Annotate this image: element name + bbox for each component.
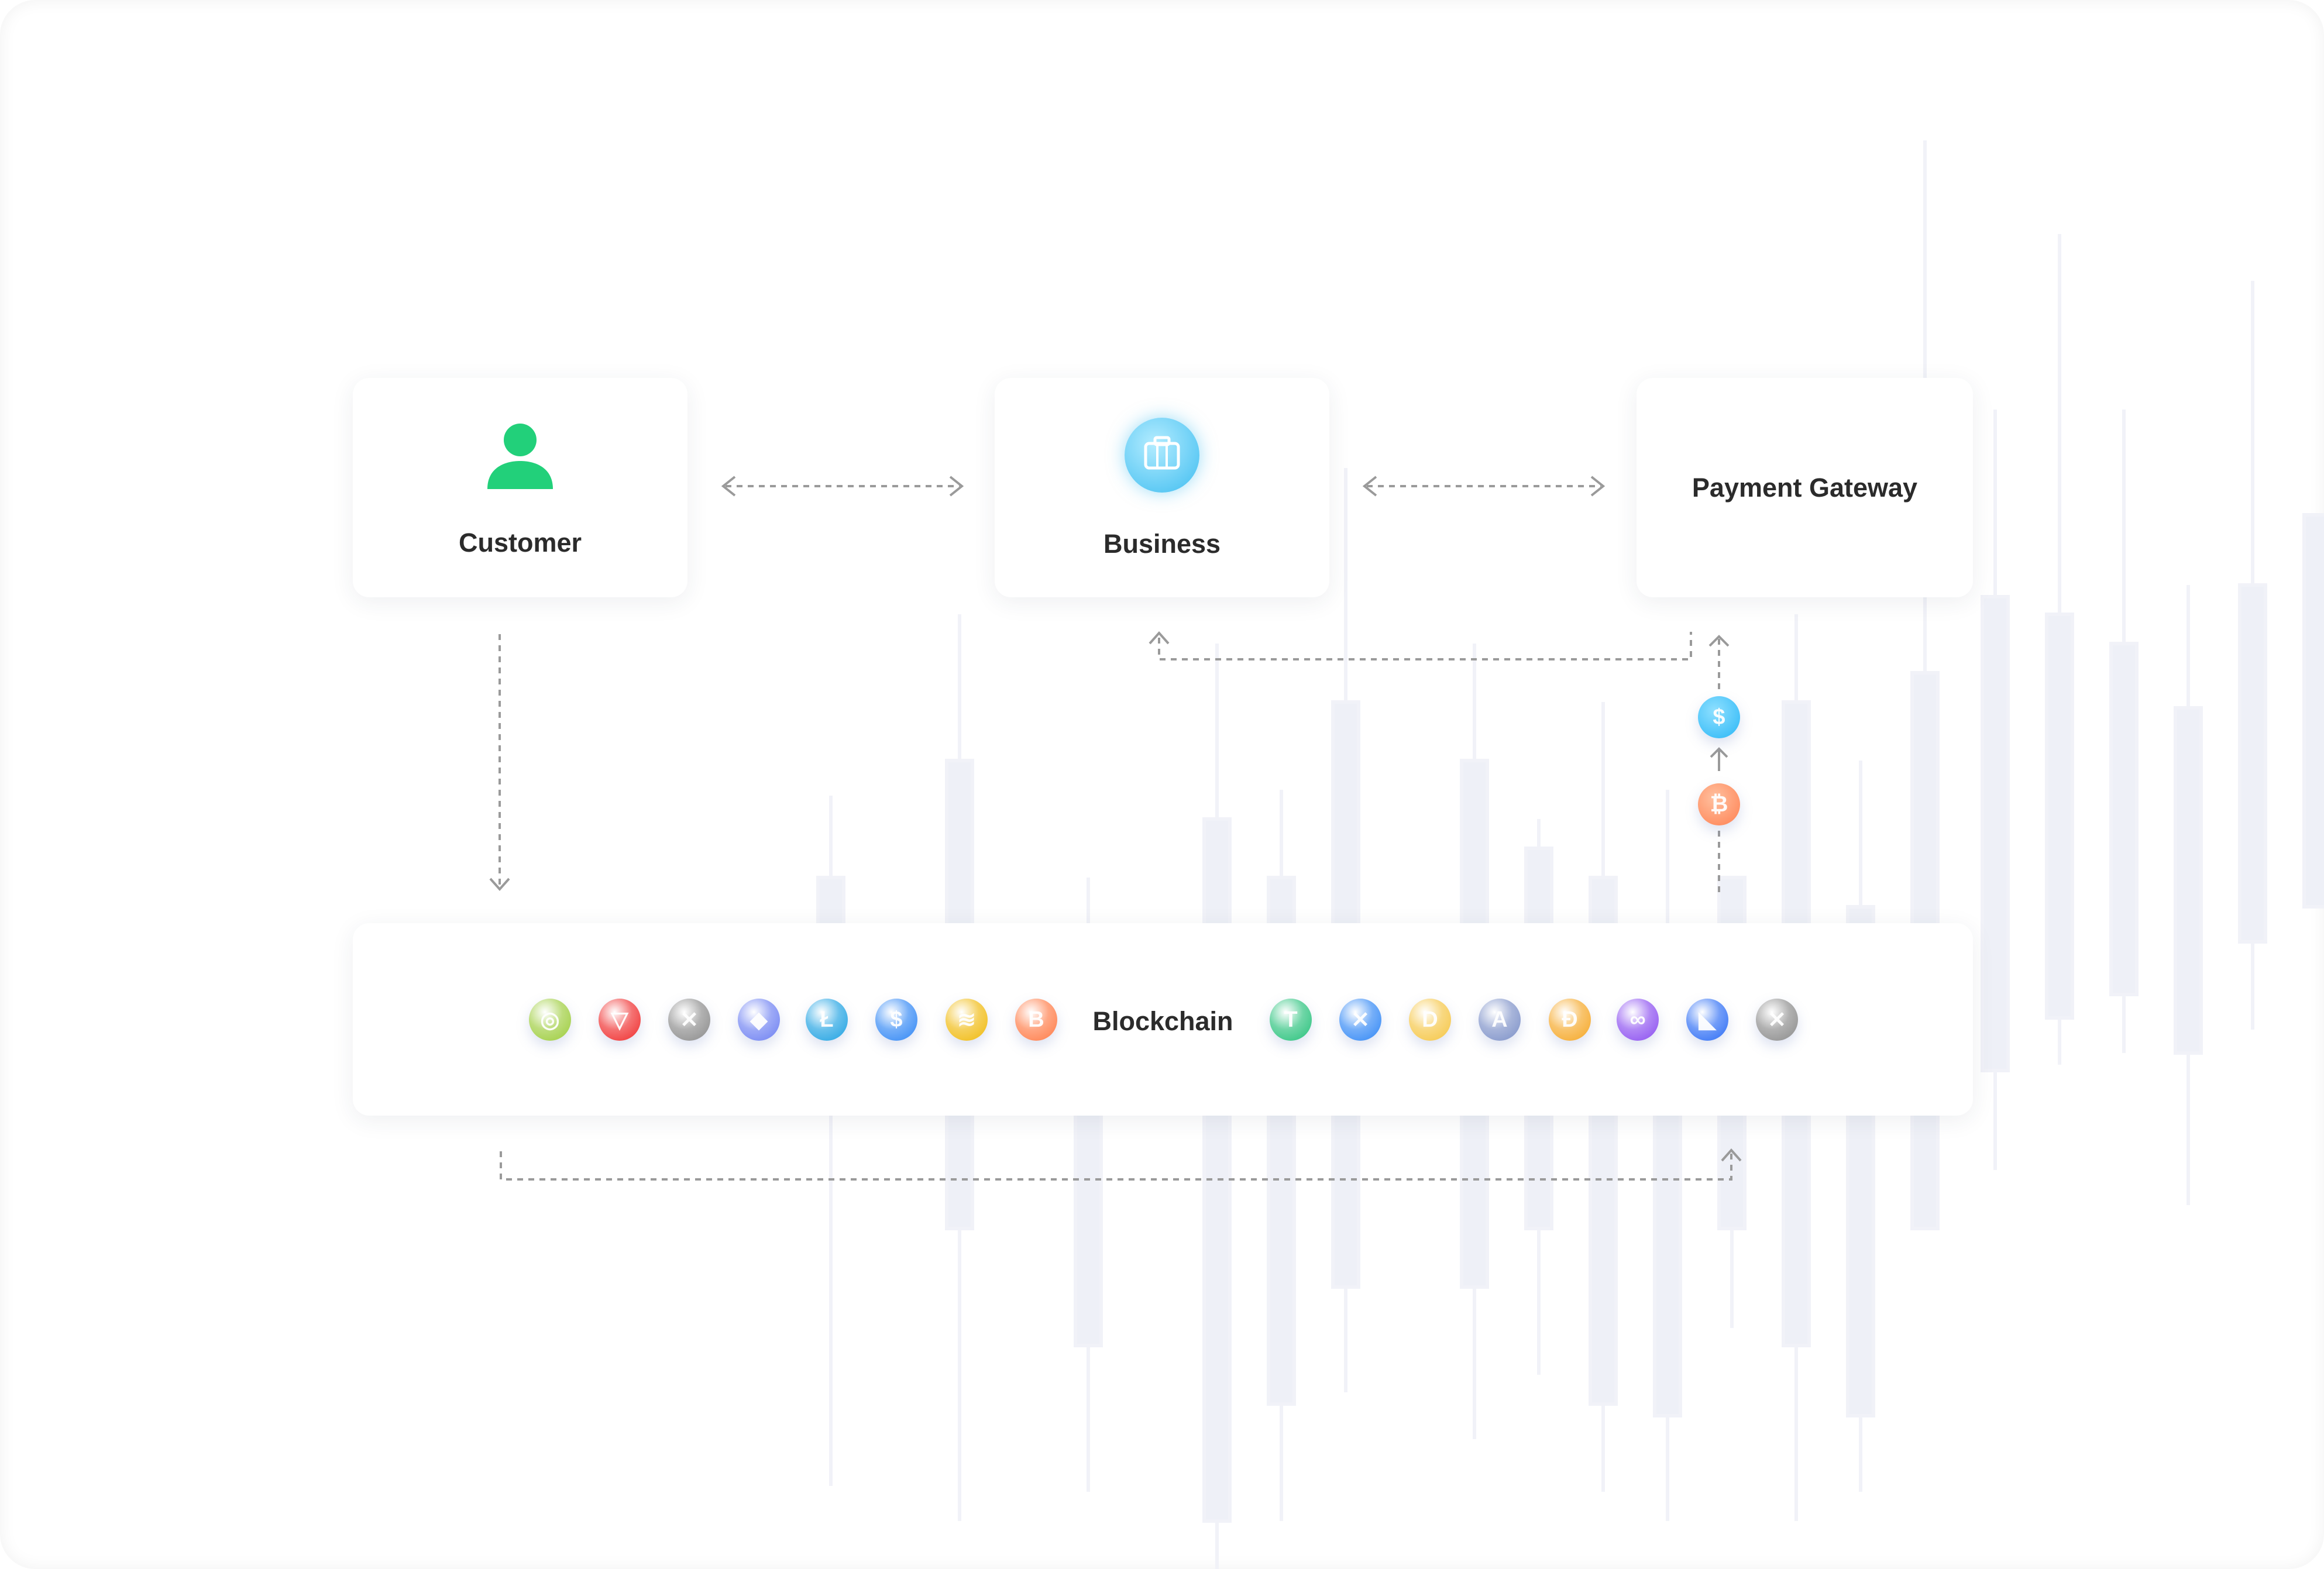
aave-coin-icon: A	[1479, 999, 1521, 1041]
business-label: Business	[1103, 529, 1221, 559]
tron-coin-icon: ▽	[599, 999, 641, 1041]
usdc-coin-icon: $	[875, 999, 917, 1041]
xrp-coin-icon: ✕	[668, 999, 710, 1041]
coin-glyph: ✕	[680, 1007, 699, 1033]
payment-gateway-label: Payment Gateway	[1692, 473, 1918, 503]
customer-node: Customer	[353, 378, 687, 597]
bitcoin-coin-icon: ₿	[1698, 783, 1740, 825]
litecoin-coin-icon: Ł	[806, 999, 848, 1041]
dollar-coin-icon: $	[1698, 696, 1740, 738]
coin-glyph: ◎	[540, 1007, 560, 1033]
0x-coin-icon: ✕	[1756, 999, 1798, 1041]
coin-glyph: ▽	[611, 1007, 628, 1033]
dai-coin-icon: Đ	[1549, 999, 1591, 1041]
coin-glyph: ≋	[957, 1007, 976, 1033]
payment-gateway-node: Payment Gateway	[1637, 378, 1973, 597]
customer-label: Customer	[458, 528, 582, 558]
celo-coin-icon: ◎	[529, 999, 571, 1041]
bitcoin-coin-icon: B	[1015, 999, 1057, 1041]
dash-coin-icon: D	[1409, 999, 1451, 1041]
loopring-coin-icon: ◣	[1686, 999, 1728, 1041]
polygon-coin-icon: ∞	[1617, 999, 1659, 1041]
coin-glyph: $	[890, 1007, 903, 1032]
binance-usd-coin-icon: ≋	[946, 999, 988, 1041]
blockchain-node: Blockchain	[353, 923, 1973, 1116]
coin-glyph: ∞	[1629, 1007, 1646, 1032]
coin-glyph: T	[1284, 1007, 1298, 1032]
tether-coin-icon: T	[1270, 999, 1312, 1041]
coin-glyph: Ł	[820, 1007, 834, 1032]
blockchain-label: Blockchain	[1092, 1006, 1233, 1036]
swap-coin-icon: ✕	[1339, 999, 1381, 1041]
coin-glyph: B	[1028, 1007, 1044, 1032]
coin-glyph: A	[1491, 1007, 1508, 1032]
ethereum-coin-icon: ◆	[738, 999, 780, 1041]
coin-glyph: ◣	[1699, 1007, 1716, 1033]
coin-glyph: Đ	[1562, 1007, 1578, 1032]
gateway-business-arrow	[1158, 632, 1692, 660]
coin-glyph: D	[1422, 1007, 1438, 1032]
business-node: Business	[995, 378, 1329, 597]
coin-glyph: ✕	[1351, 1007, 1370, 1033]
connector-arrows	[489, 476, 1742, 1181]
briefcase-icon	[1125, 418, 1199, 493]
blockchain-loop-arrow	[500, 1151, 1732, 1181]
coin-glyph: ◆	[750, 1007, 768, 1033]
coin-glyph: ✕	[1768, 1007, 1786, 1033]
person-icon	[487, 424, 553, 489]
